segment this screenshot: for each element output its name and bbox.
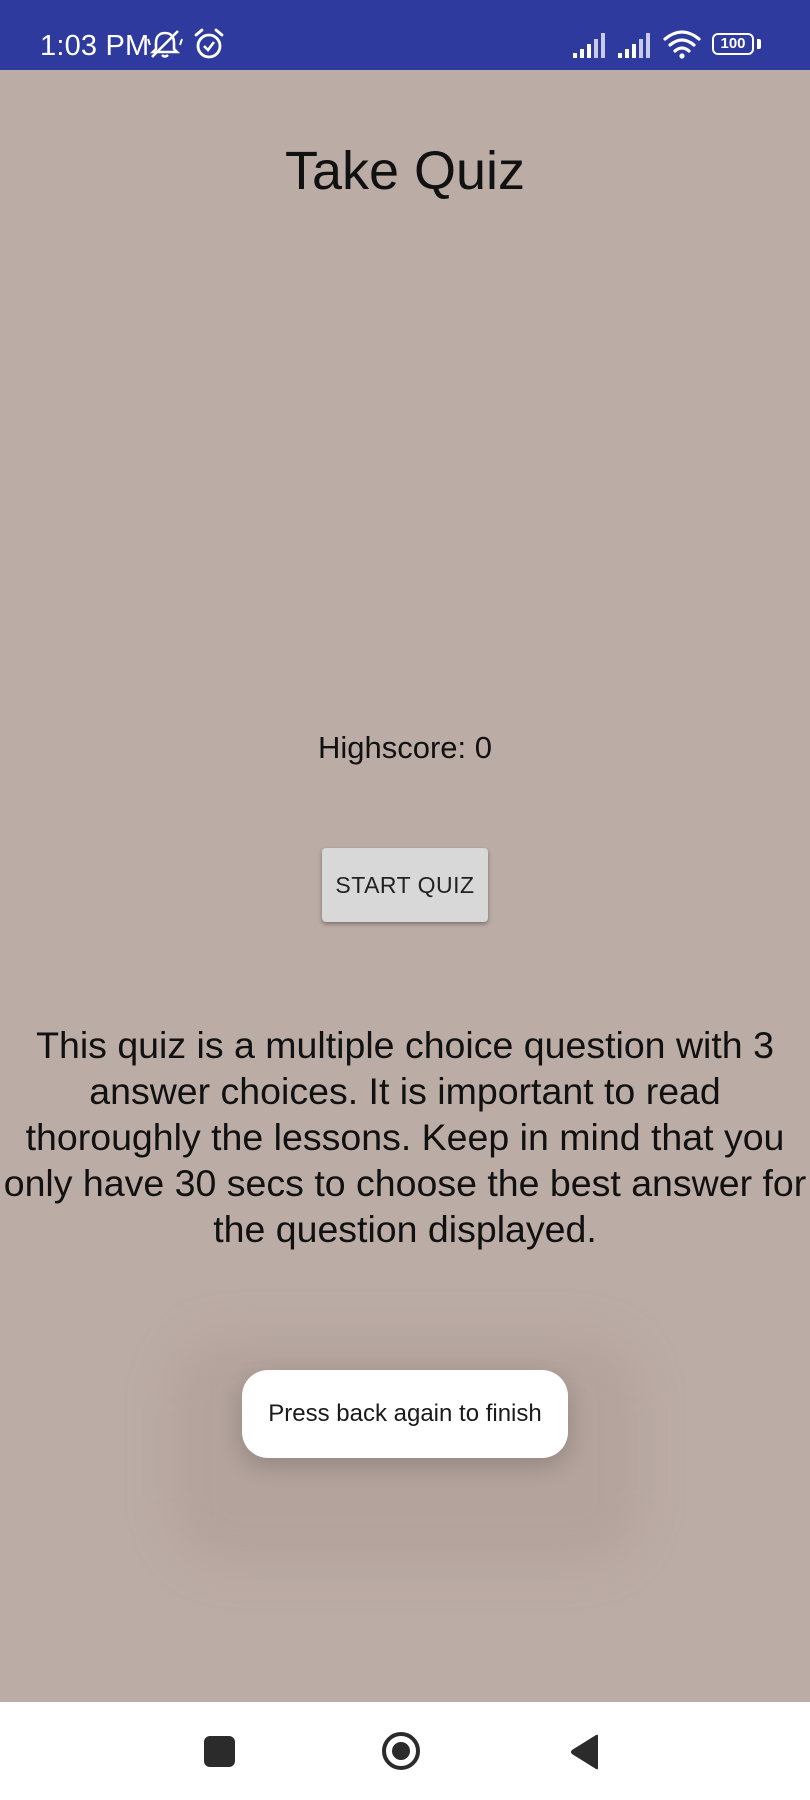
battery-nub	[757, 39, 761, 49]
wifi-icon	[663, 30, 701, 59]
recents-icon[interactable]	[204, 1736, 235, 1767]
signal-icon	[618, 33, 650, 58]
home-icon[interactable]	[381, 1731, 421, 1771]
signal-icon	[573, 33, 605, 58]
battery-icon: 100	[712, 33, 754, 55]
mute-icon	[147, 30, 183, 58]
status-bar: 1:03 PM 100	[0, 0, 810, 70]
start-quiz-button[interactable]: START QUIZ	[322, 848, 488, 922]
status-time: 1:03 PM	[40, 30, 150, 62]
highscore-label: Highscore: 0	[317, 730, 493, 765]
toast-message: Press back again to finish	[242, 1370, 568, 1458]
page-title: Take Quiz	[284, 141, 526, 201]
alarm-icon	[194, 28, 224, 59]
quiz-description: This quiz is a multiple choice question …	[3, 1024, 807, 1250]
screen: 1:03 PM 100 Take Quiz Highscore: 0 START…	[0, 0, 810, 1800]
battery-level: 100	[720, 35, 746, 52]
back-icon[interactable]	[568, 1733, 602, 1771]
